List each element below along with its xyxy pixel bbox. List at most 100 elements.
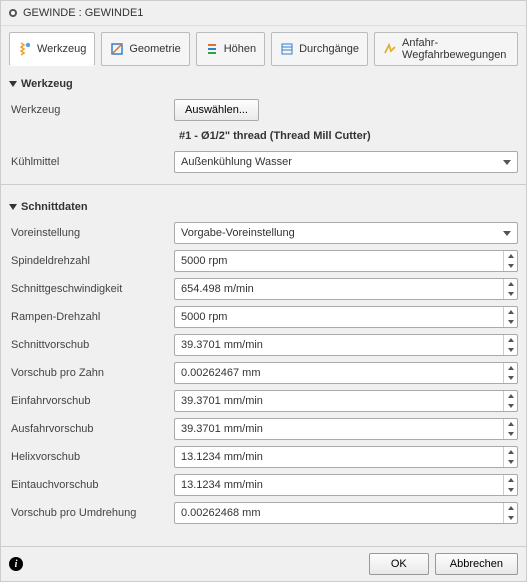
- coolant-value: Außenkühlung Wasser: [181, 156, 292, 168]
- spin-value[interactable]: 5000 rpm: [175, 251, 503, 271]
- field-label: Vorschub pro Umdrehung: [9, 507, 174, 519]
- spin-value[interactable]: 13.1234 mm/min: [175, 447, 503, 467]
- spin-up-button[interactable]: [504, 391, 517, 401]
- tool-label: Werkzeug: [9, 104, 174, 116]
- tool-icon: [18, 42, 32, 56]
- spin-down-button[interactable]: [504, 261, 517, 271]
- spin-value[interactable]: 13.1234 mm/min: [175, 475, 503, 495]
- spin-up-button[interactable]: [504, 279, 517, 289]
- section-title: Werkzeug: [21, 78, 73, 90]
- window-title: GEWINDE : GEWINDE1: [23, 7, 143, 19]
- tab-anfahr[interactable]: Anfahr-Wegfahrbewegungen: [374, 32, 518, 66]
- tab-label: Höhen: [224, 43, 256, 55]
- chevron-down-icon: [9, 204, 17, 210]
- spin-input[interactable]: 39.3701 mm/min: [174, 334, 518, 356]
- spin-up-button[interactable]: [504, 447, 517, 457]
- row-preset: Voreinstellung Vorgabe-Voreinstellung: [9, 219, 518, 247]
- spin-down-button[interactable]: [504, 429, 517, 439]
- spin-input[interactable]: 654.498 m/min: [174, 278, 518, 300]
- spin-input[interactable]: 5000 rpm: [174, 250, 518, 272]
- spin-arrows: [503, 475, 517, 495]
- spin-value[interactable]: 654.498 m/min: [175, 279, 503, 299]
- info-icon[interactable]: i: [9, 557, 23, 571]
- spin-arrows: [503, 391, 517, 411]
- coolant-label: Kühlmittel: [9, 156, 174, 168]
- spin-value[interactable]: 0.00262468 mm: [175, 503, 503, 523]
- content-panel: Werkzeug Werkzeug Auswählen... #1 - Ø1/2…: [1, 66, 526, 546]
- tab-hoehen[interactable]: Höhen: [196, 32, 265, 66]
- spin-down-button[interactable]: [504, 345, 517, 355]
- spin-value[interactable]: 39.3701 mm/min: [175, 335, 503, 355]
- spin-up-button[interactable]: [504, 251, 517, 261]
- spin-arrows: [503, 419, 517, 439]
- spin-value[interactable]: 39.3701 mm/min: [175, 391, 503, 411]
- spin-input[interactable]: 5000 rpm: [174, 306, 518, 328]
- heights-icon: [205, 42, 219, 56]
- spin-arrows: [503, 447, 517, 467]
- spin-down-button[interactable]: [504, 401, 517, 411]
- spin-down-button[interactable]: [504, 513, 517, 523]
- spin-up-button[interactable]: [504, 503, 517, 513]
- spin-arrows: [503, 335, 517, 355]
- spin-down-button[interactable]: [504, 317, 517, 327]
- preset-label: Voreinstellung: [9, 227, 174, 239]
- section-title: Schnittdaten: [21, 201, 88, 213]
- spin-up-button[interactable]: [504, 475, 517, 485]
- ok-button[interactable]: OK: [369, 553, 429, 575]
- field-label: Einfahrvorschub: [9, 395, 174, 407]
- chevron-down-icon: [9, 81, 17, 87]
- spin-arrows: [503, 279, 517, 299]
- field-row: Schnittgeschwindigkeit654.498 m/min: [9, 275, 518, 303]
- field-row: Rampen-Drehzahl5000 rpm: [9, 303, 518, 331]
- spin-down-button[interactable]: [504, 373, 517, 383]
- field-label: Rampen-Drehzahl: [9, 311, 174, 323]
- spin-down-button[interactable]: [504, 457, 517, 467]
- field-row: Eintauchvorschub13.1234 mm/min: [9, 471, 518, 499]
- spin-value[interactable]: 5000 rpm: [175, 307, 503, 327]
- spin-input[interactable]: 13.1234 mm/min: [174, 446, 518, 468]
- spin-input[interactable]: 39.3701 mm/min: [174, 418, 518, 440]
- spin-down-button[interactable]: [504, 485, 517, 495]
- section-schnittdaten-header[interactable]: Schnittdaten: [9, 193, 518, 219]
- spin-up-button[interactable]: [504, 307, 517, 317]
- tab-werkzeug[interactable]: Werkzeug: [9, 32, 95, 66]
- title-dot-icon: [9, 9, 17, 17]
- section-werkzeug-header[interactable]: Werkzeug: [9, 70, 518, 96]
- cancel-button[interactable]: Abbrechen: [435, 553, 518, 575]
- geometry-icon: [110, 42, 124, 56]
- select-tool-button[interactable]: Auswählen...: [174, 99, 259, 121]
- field-row: Schnittvorschub39.3701 mm/min: [9, 331, 518, 359]
- preset-select[interactable]: Vorgabe-Voreinstellung: [174, 222, 518, 244]
- field-label: Schnittvorschub: [9, 339, 174, 351]
- spin-up-button[interactable]: [504, 335, 517, 345]
- chevron-down-icon: [503, 160, 511, 165]
- field-label: Eintauchvorschub: [9, 479, 174, 491]
- footer: i OK Abbrechen: [1, 546, 526, 581]
- spin-up-button[interactable]: [504, 419, 517, 429]
- spin-value[interactable]: 39.3701 mm/min: [175, 419, 503, 439]
- tab-durchgaenge[interactable]: Durchgänge: [271, 32, 368, 66]
- linking-icon: [383, 42, 397, 56]
- spin-arrows: [503, 251, 517, 271]
- field-row: Spindeldrehzahl5000 rpm: [9, 247, 518, 275]
- preset-value: Vorgabe-Voreinstellung: [181, 227, 295, 239]
- field-label: Helixvorschub: [9, 451, 174, 463]
- spin-input[interactable]: 39.3701 mm/min: [174, 390, 518, 412]
- spin-down-button[interactable]: [504, 289, 517, 299]
- spin-input[interactable]: 0.00262468 mm: [174, 502, 518, 524]
- row-coolant: Kühlmittel Außenkühlung Wasser: [9, 148, 518, 176]
- field-row: Vorschub pro Zahn0.00262467 mm: [9, 359, 518, 387]
- titlebar: GEWINDE : GEWINDE1: [1, 1, 526, 26]
- tool-description: #1 - Ø1/2" thread (Thread Mill Cutter): [9, 124, 518, 148]
- tab-label: Werkzeug: [37, 43, 86, 55]
- spin-up-button[interactable]: [504, 363, 517, 373]
- spin-input[interactable]: 0.00262467 mm: [174, 362, 518, 384]
- tab-geometrie[interactable]: Geometrie: [101, 32, 189, 66]
- passes-icon: [280, 42, 294, 56]
- spin-input[interactable]: 13.1234 mm/min: [174, 474, 518, 496]
- divider: [1, 184, 526, 185]
- spin-value[interactable]: 0.00262467 mm: [175, 363, 503, 383]
- row-tool: Werkzeug Auswählen...: [9, 96, 518, 124]
- coolant-select[interactable]: Außenkühlung Wasser: [174, 151, 518, 173]
- field-label: Schnittgeschwindigkeit: [9, 283, 174, 295]
